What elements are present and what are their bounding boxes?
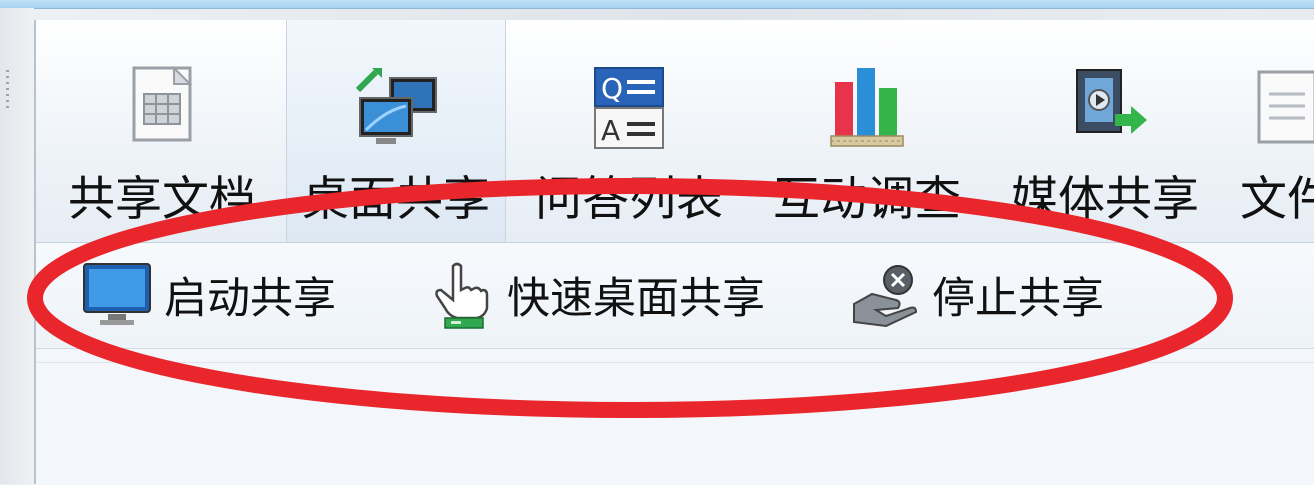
tool-label: 文件	[1240, 172, 1314, 227]
file-icon	[1257, 70, 1314, 144]
tool-label: 互动调查	[773, 172, 961, 227]
side-panel-edge	[0, 8, 34, 484]
desktop-share-icon	[355, 68, 437, 144]
shared-document-icon	[132, 65, 193, 142]
splitter-grip[interactable]	[6, 70, 9, 110]
quick-desktop-share-button[interactable]: 快速桌面共享	[421, 260, 765, 330]
survey-chart-icon	[830, 68, 904, 147]
tool-desktop-share[interactable]: 桌面共享	[286, 20, 506, 242]
tool-media-share[interactable]: 媒体共享	[996, 20, 1214, 242]
svg-text:A: A	[601, 114, 620, 147]
share-content-area	[36, 362, 1314, 485]
tool-label: 共享文档	[68, 172, 256, 227]
meeting-panel: 共享文档 桌面共享 Q A 问答列表 互动调查 媒体共享 文件 启动共享 快速桌…	[34, 20, 1314, 485]
tool-qa-list[interactable]: Q A 问答列表	[520, 20, 738, 242]
tool-label: 问答列表	[535, 172, 723, 227]
svg-text:Q: Q	[601, 72, 623, 105]
share-actions-bar: 启动共享 快速桌面共享 停止共享	[36, 244, 1314, 349]
tool-label: 桌面共享	[302, 172, 490, 227]
tool-survey[interactable]: 互动调查	[758, 20, 976, 242]
stop-share-label: 停止共享	[932, 274, 1104, 324]
media-share-icon	[1076, 69, 1147, 134]
window-top-border	[0, 0, 1314, 9]
qa-list-icon: Q A	[594, 67, 664, 149]
quick-desktop-share-label: 快速桌面共享	[507, 274, 765, 324]
tool-shared-document[interactable]: 共享文档	[54, 20, 270, 242]
stop-share-button[interactable]: 停止共享	[846, 260, 1104, 330]
monitor-icon	[83, 263, 151, 325]
stop-share-icon	[853, 265, 918, 328]
tool-file[interactable]: 文件	[1232, 20, 1314, 242]
main-toolbar: 共享文档 桌面共享 Q A 问答列表 互动调查 媒体共享 文件	[36, 20, 1314, 243]
start-share-label: 启动共享	[164, 274, 336, 324]
hand-pointer-icon	[435, 262, 489, 329]
start-share-button[interactable]: 启动共享	[78, 260, 336, 330]
tool-label: 媒体共享	[1011, 172, 1199, 227]
